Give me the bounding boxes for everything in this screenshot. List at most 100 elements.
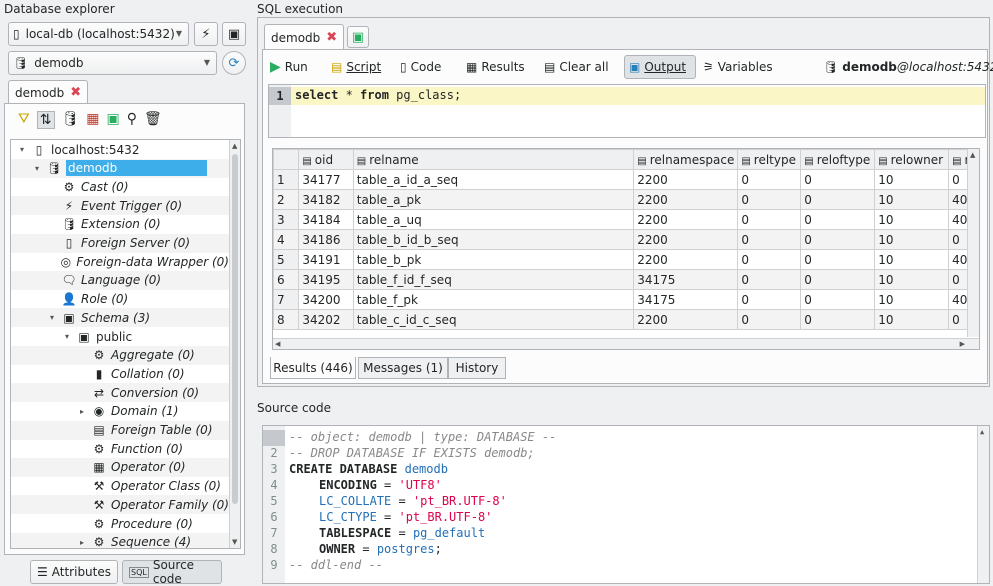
expand-down-icon[interactable]: ▾ (17, 145, 27, 154)
column-header[interactable]: ▤ relname (352, 149, 635, 170)
source-code-editor[interactable]: 123456789 -- object: demodb | type: DATA… (262, 425, 990, 584)
table-cell[interactable]: table_b_pk (352, 249, 635, 270)
expand-down-icon[interactable]: ▾ (32, 164, 42, 173)
row-number[interactable]: 8 (273, 309, 300, 330)
row-number[interactable]: 2 (273, 189, 300, 210)
column-header[interactable]: ▤ relnamespace (633, 149, 739, 170)
table-cell[interactable]: 10 (874, 309, 950, 330)
attributes-button[interactable]: ☰ Attributes (30, 560, 118, 584)
tab-sql-demodb[interactable]: demodb ✖ (264, 24, 345, 50)
filter-icon[interactable]: ⛛ (18, 111, 30, 129)
table-cell[interactable]: 2200 (633, 209, 739, 230)
tree-item[interactable]: ⚙ Function (0) (11, 439, 229, 458)
tree-item[interactable]: ▾ 🛢 demodb (11, 158, 229, 178)
table-cell[interactable]: 0 (800, 169, 876, 190)
column-header[interactable]: ▤ oid (298, 149, 354, 170)
table-cell[interactable]: 0 (737, 269, 802, 290)
scroll-right-icon[interactable]: ▶ (960, 340, 965, 348)
table-cell[interactable]: table_f_pk (352, 289, 635, 310)
table-cell[interactable]: 0 (800, 229, 876, 250)
table-row[interactable]: 3 34184 table_a_uq 2200 0 0 10 403 (273, 209, 979, 230)
tree-item[interactable]: ⚡ Event Trigger (0) (11, 196, 229, 216)
table-cell[interactable]: table_c_id_c_seq (352, 309, 635, 330)
database-select[interactable]: 🛢 demodb ▼ (8, 51, 217, 75)
vertical-splitter[interactable] (249, 0, 255, 586)
table-cell[interactable]: 34202 (298, 309, 354, 330)
source-scrollbar[interactable]: ▲ (977, 426, 989, 583)
refresh-button[interactable]: ⟳ (222, 51, 246, 75)
tree-item[interactable]: 🛢 Extension (0) (11, 215, 229, 234)
sql-editor[interactable]: 1 select * from pg_class; (268, 84, 986, 138)
new-sql-tab-button[interactable]: ▣ (347, 26, 369, 48)
table-cell[interactable]: 10 (874, 189, 950, 210)
tree-item[interactable]: ▤ Foreign Table (0) (11, 420, 229, 440)
source-code-button[interactable]: SQL Source code (122, 558, 222, 586)
tree-item[interactable]: ⚙ Aggregate (0) (11, 345, 229, 365)
table-cell[interactable]: table_a_uq (352, 209, 635, 230)
tree-item[interactable]: 🗨 Language (0) (11, 270, 229, 290)
table-cell[interactable]: 0 (737, 289, 802, 310)
tree-item[interactable]: ◎ Foreign-data Wrapper (0) (11, 252, 229, 271)
table-cell[interactable]: 2200 (633, 189, 739, 210)
grid-scrollbar-h[interactable]: ◀ ▶ (273, 338, 979, 349)
scroll-down-icon[interactable]: ▼ (232, 538, 237, 546)
connection-select[interactable]: ▯ local-db (localhost:5432) ▼ (8, 22, 189, 46)
table-cell[interactable]: 0 (737, 229, 802, 250)
table-cell[interactable]: 0 (800, 309, 876, 330)
results-button[interactable]: ▦ Results (466, 55, 525, 79)
table-cell[interactable]: 2200 (633, 249, 739, 270)
results-grid[interactable]: ▤ oid ▤ relname ▤ relnamespace ▤ reltype ▤ reloft… (272, 148, 980, 350)
tree-item[interactable]: 👤 Role (0) (11, 290, 229, 309)
expand-down-icon[interactable]: ▾ (47, 313, 57, 322)
tree-item[interactable]: ▸ ⚙ Sequence (4) (11, 532, 229, 548)
table-row[interactable]: 7 34200 table_f_pk 34175 0 0 10 403 (273, 289, 979, 310)
expand-right-icon[interactable]: ▸ (77, 538, 87, 547)
tab-messages[interactable]: Messages (1) (358, 357, 448, 379)
table-cell[interactable]: 10 (874, 269, 950, 290)
table-cell[interactable]: table_b_id_b_seq (352, 229, 635, 250)
table-cell[interactable]: 10 (874, 209, 950, 230)
table-row[interactable]: 8 34202 table_c_id_c_seq 2200 0 0 10 0 (273, 309, 979, 330)
tab-history[interactable]: History (448, 357, 506, 379)
column-header[interactable]: ▤ reltype (737, 149, 802, 170)
table-cell[interactable]: 0 (737, 169, 802, 190)
table-cell[interactable]: 34175 (633, 269, 739, 290)
variables-button[interactable]: ⚞ Variables (703, 55, 773, 79)
table-icon[interactable]: ▦ (86, 111, 99, 129)
table-cell[interactable]: 10 (874, 169, 950, 190)
trash-icon[interactable]: 🗑 (144, 111, 162, 129)
tree-item[interactable]: ⚙ Procedure (0) (11, 514, 229, 533)
table-row[interactable]: 2 34182 table_a_pk 2200 0 0 10 403 (273, 189, 979, 210)
table-cell[interactable]: 0 (800, 209, 876, 230)
manage-connections-button[interactable]: ▣ (222, 22, 246, 46)
table-cell[interactable]: 34177 (298, 169, 354, 190)
table-cell[interactable]: 2200 (633, 309, 739, 330)
tab-explorer-demodb[interactable]: demodb ✖ (8, 80, 89, 104)
expand-down-icon[interactable]: ▾ (62, 332, 72, 341)
tree-item[interactable]: ▾ ▣ public (11, 327, 229, 346)
table-cell[interactable]: 10 (874, 229, 950, 250)
table-cell[interactable]: 10 (874, 249, 950, 270)
table-cell[interactable]: 34184 (298, 209, 354, 230)
scroll-left-icon[interactable]: ◀ (275, 340, 280, 348)
table-row[interactable]: 5 34191 table_b_pk 2200 0 0 10 403 (273, 249, 979, 270)
script-button[interactable]: ▤ Script (331, 55, 381, 79)
row-number[interactable]: 6 (273, 269, 300, 290)
table-cell[interactable]: table_a_id_a_seq (352, 169, 635, 190)
code-button[interactable]: ▯ Code (400, 55, 441, 79)
table-row[interactable]: 6 34195 table_f_id_f_seq 34175 0 0 10 0 (273, 269, 979, 290)
table-cell[interactable]: table_f_id_f_seq (352, 269, 635, 290)
query-line[interactable]: select * from pg_class; (295, 88, 461, 102)
new-object-icon[interactable]: ▣ (107, 111, 120, 129)
table-cell[interactable]: 0 (800, 269, 876, 290)
table-cell[interactable]: 2200 (633, 169, 739, 190)
table-cell[interactable]: 0 (737, 309, 802, 330)
column-header[interactable]: ▤ reloftype (800, 149, 876, 170)
tree-item[interactable]: ▯ Foreign Server (0) (11, 233, 229, 253)
connect-button[interactable]: ⚡ (194, 22, 218, 46)
scroll-up-icon[interactable]: ▲ (232, 142, 237, 150)
tree-item[interactable]: ▮ Collation (0) (11, 364, 229, 383)
table-cell[interactable]: 0 (800, 249, 876, 270)
row-number[interactable]: 5 (273, 249, 300, 270)
column-header[interactable]: ▤ relowner (874, 149, 950, 170)
